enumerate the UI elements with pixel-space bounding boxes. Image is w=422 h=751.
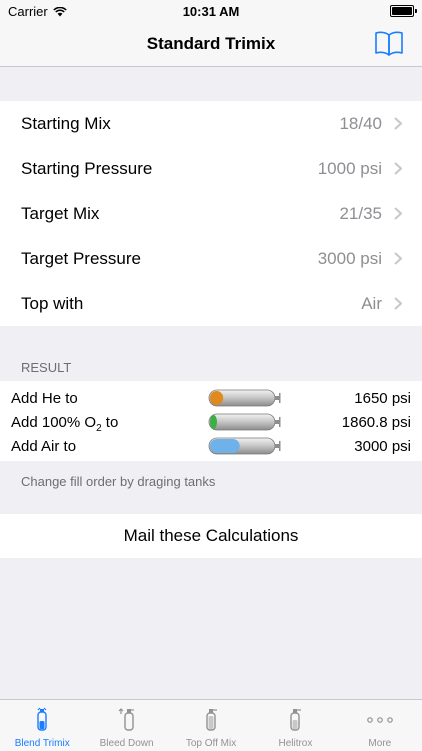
tank-body [208,413,276,431]
top-with-value: Air [361,293,382,313]
top-with-label: Top with [21,293,84,313]
target-mix-row[interactable]: Target Mix 21/35 [0,191,422,236]
result-label: Add He to [11,390,78,407]
tab-blend-trimix[interactable]: Blend Trimix [0,700,84,751]
starting-pressure-value: 1000 psi [317,158,382,178]
result-row-helium: Add He to 1650 psi [0,386,422,410]
page-title: Standard Trimix [146,34,276,53]
target-pressure-row[interactable]: Target Pressure 3000 psi [0,236,422,281]
more-icon [367,717,393,723]
blend-tank-icon [37,707,47,731]
mail-calculations-button[interactable]: Mail these Calculations [0,514,422,558]
tank-icon[interactable] [207,437,281,455]
starting-mix-row[interactable]: Starting Mix 18/40 [0,101,422,146]
result-label: Add Air to [11,438,77,455]
top-off-tank-icon [206,709,218,731]
result-amount: 1650 psi [354,390,411,407]
tank-valve [275,417,281,427]
tab-bleed-down[interactable]: Bleed Down [84,700,168,751]
result-row-air: Add Air to 3000 psi [0,434,422,458]
tank-valve [275,441,281,451]
tab-label: More [368,738,392,749]
helitrox-tank-icon [290,709,302,731]
chevron-right-icon [394,297,402,310]
navigation-bar: Standard Trimix [0,22,422,67]
result-section-header: RESULT [21,360,72,375]
tank-fill-level [210,391,224,405]
status-time: 10:31 AM [182,4,240,19]
result-row-oxygen: Add 100% O2 to 1860.8 psi [0,410,422,434]
target-pressure-label: Target Pressure [21,248,141,268]
tab-helitrox[interactable]: Helitrox [253,700,337,751]
tank-valve [275,393,281,403]
tab-label: Blend Trimix [14,738,70,749]
battery-icon [390,5,417,17]
starting-mix-value: 18/40 [339,113,382,133]
tab-bar: Blend Trimix Bleed Down Top Off Mix Heli… [0,699,422,751]
tab-label: Top Off Mix [185,738,237,749]
tab-label: Bleed Down [99,738,154,749]
tab-label: Helitrox [278,738,313,749]
tab-top-off-mix[interactable]: Top Off Mix [169,700,253,751]
tank-fill-level [210,439,240,453]
starting-mix-label: Starting Mix [21,113,111,133]
chevron-right-icon [394,252,402,265]
result-amount: 1860.8 psi [341,414,411,431]
target-pressure-value: 3000 psi [317,248,382,268]
chevron-right-icon [394,162,402,175]
chevron-right-icon [394,207,402,220]
top-with-row[interactable]: Top with Air [0,281,422,326]
blend-settings-list: Starting Mix 18/40 Starting Pressure 100… [0,101,422,326]
status-bar: Carrier 10:31 AM [0,0,422,22]
result-amount: 3000 psi [354,438,411,455]
result-label: Add 100% O2 to [11,414,119,434]
book-icon[interactable] [374,30,404,56]
result-list: Add He to 1650 psi Add 100% O2 to 1860.8… [0,381,422,461]
fill-order-hint: Change fill order by draging tanks [21,474,216,489]
tank-icon[interactable] [207,413,281,431]
target-mix-value: 21/35 [339,203,382,223]
tab-more[interactable]: More [338,700,422,751]
starting-pressure-row[interactable]: Starting Pressure 1000 psi [0,146,422,191]
target-mix-label: Target Mix [21,203,100,223]
chevron-right-icon [394,117,402,130]
tank-fill-level [210,415,217,429]
tank-icon[interactable] [207,389,281,407]
bleed-tank-icon [118,708,134,731]
starting-pressure-label: Starting Pressure [21,158,153,178]
